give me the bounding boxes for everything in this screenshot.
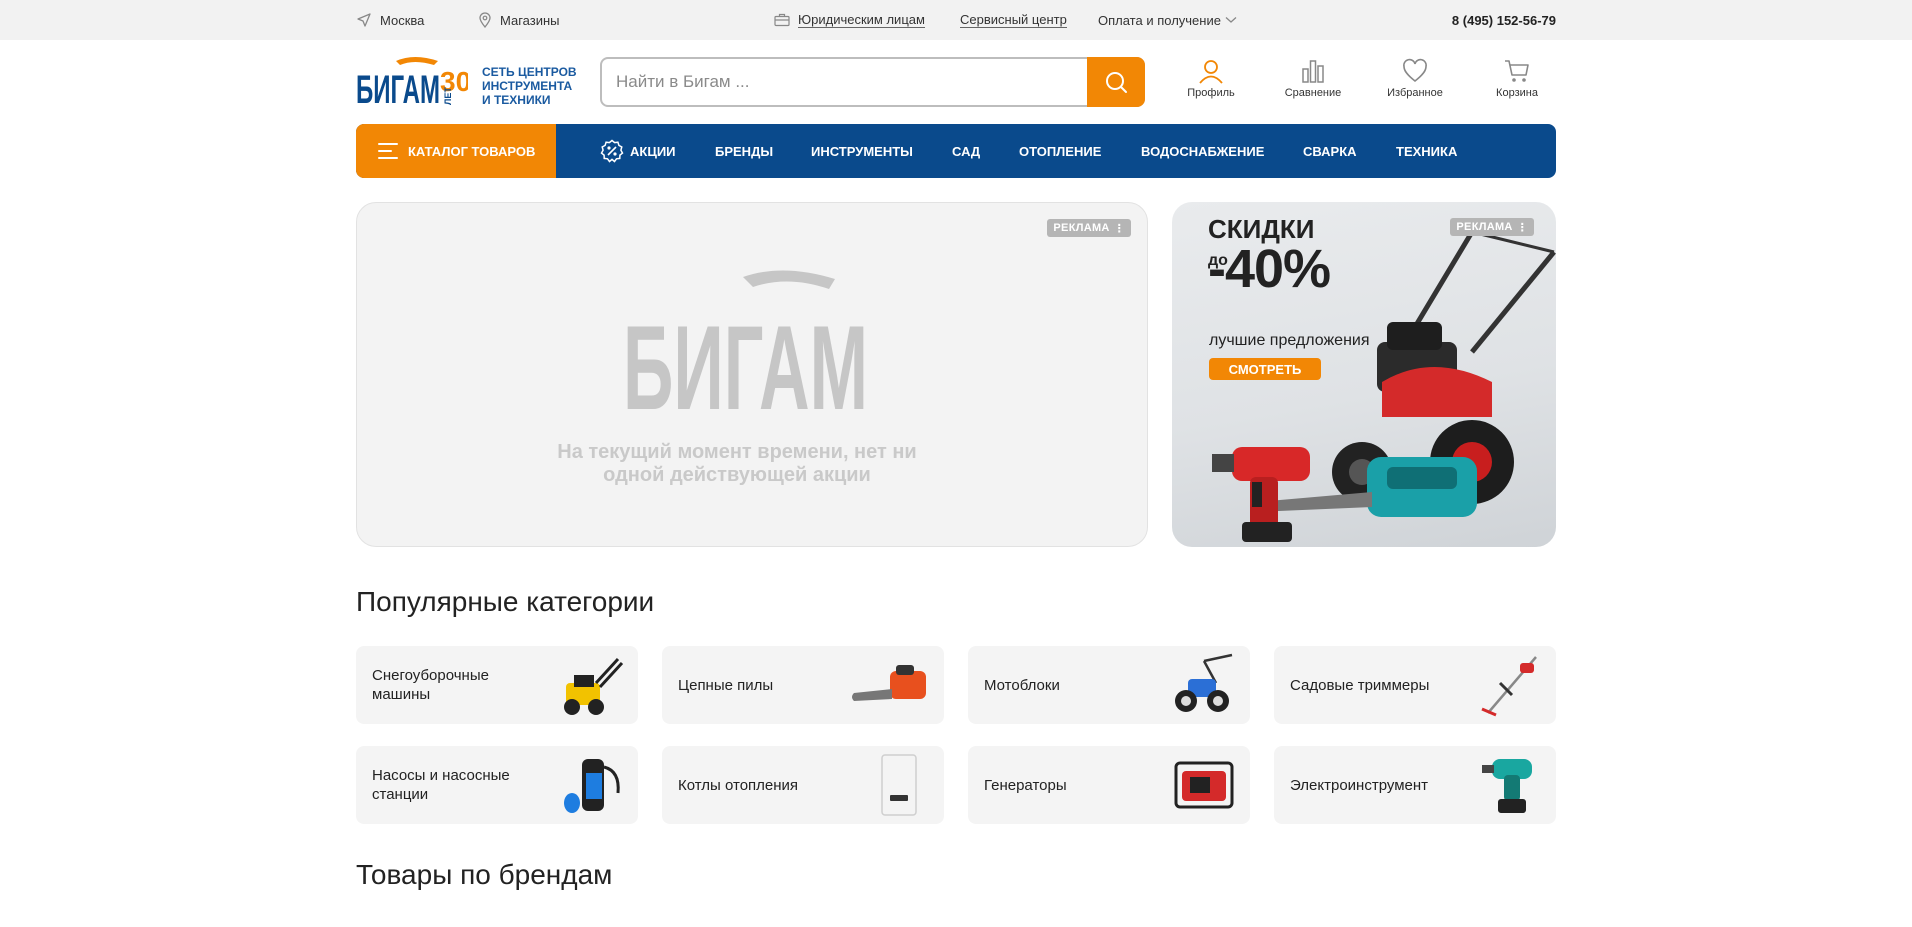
favorites-label: Избранное [1387, 87, 1443, 99]
popular-categories-title: Популярные категории [356, 586, 655, 617]
category-label: Садовые триммеры [1290, 676, 1430, 694]
payment-label: Оплата и получение [1098, 12, 1221, 28]
category-card-pumps[interactable]: Насосы и насосные станции [356, 746, 638, 824]
category-card-generators[interactable]: Генераторы [968, 746, 1250, 824]
main-banner[interactable]: РЕКЛАМА ⋮ БИГАМ На текущий момент времен… [356, 202, 1148, 547]
location-arrow-icon [357, 13, 371, 27]
nav-item-garden[interactable]: САД [952, 124, 980, 178]
svg-text:БИГАМ: БИГАМ [623, 301, 868, 417]
search-icon [1106, 72, 1127, 93]
ad-badge-label: РЕКЛАМА [1053, 222, 1110, 234]
bigam-logo-image: БИГАМ 30 ЛЕТ [356, 57, 471, 112]
nav-item-sales[interactable]: АКЦИИ [600, 124, 676, 178]
category-card-boilers[interactable]: Котлы отопления [662, 746, 944, 824]
service-label: Сервисный центр [960, 12, 1067, 28]
top-bar: Москва Магазины Юридическим лицам Сервис… [0, 0, 1912, 40]
boiler-image [881, 754, 917, 816]
more-vertical-icon: ⋮ [1113, 222, 1125, 235]
category-label: Насосы и насосные станции [372, 767, 510, 803]
nav-item-water[interactable]: ВОДОСНАБЖЕНИЕ [1141, 124, 1264, 178]
trimmer-image [1481, 656, 1537, 717]
phone-number[interactable]: 8 (495) 152-56-79 [1452, 0, 1556, 40]
briefcase-icon [774, 13, 790, 27]
logo-tagline: СЕТЬ ЦЕНТРОВ ИНСТРУМЕНТА И ТЕХНИКИ [482, 65, 577, 107]
payment-dropdown[interactable]: Оплата и получение [1098, 0, 1237, 40]
phone-label: 8 (495) 152-56-79 [1451, 12, 1556, 28]
no-promotions-message: На текущий момент времени, нет ни одной … [557, 441, 917, 486]
promo-view-button[interactable]: СМОТРЕТЬ [1209, 358, 1321, 380]
category-card-tillers[interactable]: Мотоблоки [968, 646, 1250, 724]
bigam-logo[interactable]: БИГАМ 30 ЛЕТ [356, 55, 471, 112]
promo-banner[interactable]: РЕКЛАМА ⋮ СКИДКИ до -40% лучшие предложе… [1172, 202, 1556, 547]
promo-ad-badge[interactable]: РЕКЛАМА ⋮ [1450, 218, 1534, 236]
catalog-button[interactable]: КАТАЛОГ ТОВАРОВ [356, 124, 556, 178]
promo-percent: -40% [1208, 238, 1331, 300]
chainsaw-image [852, 665, 926, 701]
cart-label: Корзина [1496, 87, 1538, 99]
city-label: Москва [380, 12, 425, 28]
category-card-snowblowers[interactable]: Снегоуборочные машины [356, 646, 638, 724]
category-card-trimmers[interactable]: Садовые триммеры [1274, 646, 1556, 724]
ad-badge[interactable]: РЕКЛАМА ⋮ [1047, 219, 1131, 237]
category-card-power-tools[interactable]: Электроинструмент [1274, 746, 1556, 824]
percent-badge-icon [600, 139, 624, 163]
city-selector[interactable]: Москва [356, 0, 424, 40]
nav-item-brands[interactable]: БРЕНДЫ [715, 124, 773, 178]
category-label: Котлы отопления [678, 776, 799, 794]
nav-item-machinery[interactable]: ТЕХНИКА [1396, 124, 1457, 178]
category-label: Мотоблоки [984, 676, 1060, 694]
search-input[interactable] [616, 59, 1076, 105]
search-button[interactable] [1087, 57, 1145, 107]
legal-link[interactable]: Юридическим лицам [774, 0, 925, 40]
svg-text:ЛЕТ: ЛЕТ [443, 87, 453, 105]
promo-more-vertical-icon: ⋮ [1516, 221, 1528, 234]
nav-item-heating[interactable]: ОТОПЛЕНИЕ [1019, 124, 1101, 178]
tagline-line-3: И ТЕХНИКИ [482, 93, 551, 107]
nav-label-sales: АКЦИИ [630, 143, 676, 159]
nav-item-tools[interactable]: ИНСТРУМЕНТЫ [811, 124, 913, 178]
cart-button[interactable]: Корзина [1477, 58, 1557, 108]
favorites-button[interactable]: Избранное [1375, 58, 1455, 108]
snowblower-image [564, 657, 624, 715]
tagline-line-1: СЕТЬ ЦЕНТРОВ [482, 65, 577, 79]
chevron-down-icon [1225, 17, 1237, 23]
category-card-chainsaws[interactable]: Цепные пилы [662, 646, 944, 724]
promo-percent-value: -40% [1208, 239, 1331, 299]
drill-image [1482, 759, 1532, 813]
compare-label: Сравнение [1284, 87, 1342, 99]
heart-icon [1403, 58, 1427, 83]
profile-label: Профиль [1187, 87, 1235, 99]
pump-image [564, 759, 620, 813]
search-box [600, 57, 1145, 107]
main-nav: КАТАЛОГ ТОВАРОВ АКЦИИ БРЕНДЫ ИНСТРУМЕНТЫ… [356, 124, 1556, 178]
svg-text:БИГАМ: БИГАМ [356, 68, 440, 107]
stores-link[interactable]: Магазины [478, 0, 560, 40]
profile-button[interactable]: Профиль [1171, 58, 1251, 108]
service-link[interactable]: Сервисный центр [960, 0, 1067, 40]
promo-ad-badge-label: РЕКЛАМА [1456, 221, 1513, 233]
top-bar-inner: Москва Магазины Юридическим лицам Сервис… [356, 0, 1556, 40]
menu-icon [378, 143, 398, 159]
category-label: Электроинструмент [1290, 776, 1429, 794]
header: БИГАМ 30 ЛЕТ СЕТЬ ЦЕНТРОВ ИНСТРУМЕНТА И … [356, 40, 1556, 124]
tagline-line-2: ИНСТРУМЕНТА [482, 79, 573, 93]
generator-image [1174, 761, 1234, 809]
compare-button[interactable]: Сравнение [1273, 58, 1353, 108]
category-label: Снегоуборочные машины [372, 667, 489, 703]
compare-icon [1302, 60, 1324, 83]
map-pin-icon [479, 12, 491, 28]
nav-item-welding[interactable]: СВАРКА [1303, 124, 1357, 178]
stores-label: Магазины [500, 12, 560, 28]
cart-icon [1505, 60, 1529, 82]
legal-label: Юридическим лицам [798, 12, 925, 28]
promo-subtitle: лучшие предложения [1209, 332, 1370, 349]
catalog-label: КАТАЛОГ ТОВАРОВ [408, 143, 536, 159]
bigam-watermark-logo: БИГАМ [623, 270, 868, 417]
brands-title: Товары по брендам [356, 859, 613, 890]
category-label: Цепные пилы [678, 676, 774, 694]
category-label: Генераторы [984, 776, 1067, 794]
tiller-image [1175, 653, 1233, 712]
user-icon [1199, 60, 1223, 84]
